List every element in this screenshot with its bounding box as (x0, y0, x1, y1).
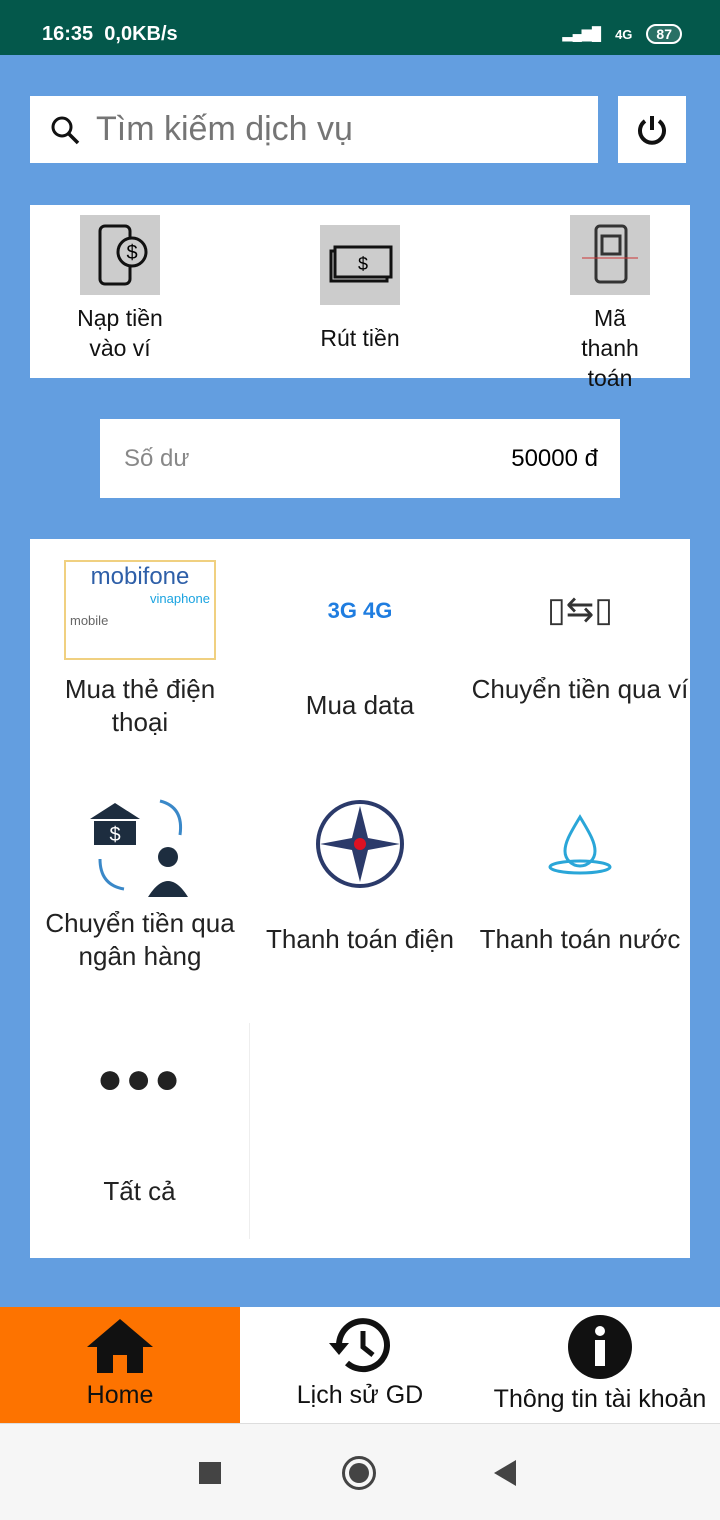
network-type: 4G (615, 26, 633, 42)
qr-phone-icon (570, 215, 650, 295)
mobifone-logo: mobifone (90, 563, 190, 590)
cash-icon: $ (320, 225, 400, 305)
balance-value: 50000 đ (511, 444, 598, 472)
bank-transfer-icon: $ (30, 789, 250, 899)
service-buy-card[interactable]: mobifone vinaphone mobile Mua thẻ điện t… (30, 555, 250, 739)
more-dots-icon: ●●● (96, 1053, 183, 1103)
data-logo: 3G 4G (327, 597, 393, 623)
info-icon (568, 1315, 632, 1379)
search-icon (51, 116, 80, 144)
history-icon (329, 1318, 390, 1373)
nav-label: Thông tin tài khoản (493, 1385, 707, 1413)
signal-icon: ▂▄▆█ (562, 26, 602, 41)
bottom-nav: Home Lịch sử GD Thông tin tài khoản (0, 1307, 720, 1423)
phone-money-icon: $ (80, 215, 160, 295)
nav-label: Home (86, 1381, 154, 1409)
nav-label: Lịch sử GD (296, 1381, 424, 1409)
gmobile-logo: mobile (70, 613, 109, 628)
deposit-button[interactable]: $ Nạp tiền vào ví (30, 205, 210, 363)
withdraw-button[interactable]: $ Rút tiền (270, 205, 450, 353)
phone-transfer-icon: ▯⇆▯ (547, 590, 613, 629)
carrier-logos-icon: mobifone vinaphone mobile (30, 555, 250, 665)
service-label: Thanh toán điện (266, 924, 454, 954)
svg-text:$: $ (126, 242, 137, 264)
nav-history[interactable]: Lịch sử GD (240, 1307, 480, 1423)
service-electricity[interactable]: Thanh toán điện (250, 789, 470, 956)
electricity-logo-icon (250, 789, 470, 899)
battery-icon: 87 (646, 24, 682, 44)
vinaphone-logo: vinaphone (150, 591, 210, 606)
service-label: Chuyển tiền qua ngân hàng (45, 908, 235, 971)
status-left: 16:35 0,0KB/s (42, 23, 178, 46)
back-button[interactable] (494, 1460, 516, 1486)
home-system-button[interactable] (342, 1456, 376, 1490)
service-label: Chuyển tiền qua ví (471, 674, 689, 704)
service-wallet-transfer[interactable]: ▯⇆▯ Chuyển tiền qua ví (470, 555, 690, 706)
services-card: mobifone vinaphone mobile Mua thẻ điện t… (30, 539, 690, 1258)
service-bank-transfer[interactable]: $ Chuyển tiền qua ngân hàng (30, 789, 250, 973)
service-all[interactable]: ●●● Tất cả (30, 1023, 250, 1239)
status-bar: 16:35 0,0KB/s ▂▄▆█ 4G 87 (0, 0, 720, 55)
recents-button[interactable] (199, 1462, 221, 1484)
balance-box: Số dư 50000 đ (100, 419, 620, 498)
home-icon (87, 1319, 153, 1373)
deposit-label: Nạp tiền vào ví (77, 305, 163, 361)
balance-label: Số dư (124, 444, 190, 472)
withdraw-label: Rút tiền (320, 325, 400, 351)
water-drop-icon (470, 789, 690, 899)
status-icons: ▂▄▆█ 4G 87 (563, 24, 682, 44)
payment-code-button[interactable]: Mã thanh toán (520, 205, 700, 393)
search-input[interactable] (96, 110, 576, 149)
power-button[interactable] (618, 96, 686, 163)
system-nav-bar (0, 1423, 720, 1520)
nav-account[interactable]: Thông tin tài khoản (480, 1307, 720, 1423)
svg-text:$: $ (358, 254, 368, 274)
service-label: Mua data (305, 690, 415, 720)
service-label: Tất cả (103, 1176, 176, 1206)
service-buy-data[interactable]: 3G 4G Mua data (250, 555, 470, 722)
quick-actions-card: $ Nạp tiền vào ví $ Rút tiền Mã thanh to… (30, 205, 690, 391)
service-label: Mua thẻ điện thoại (64, 674, 216, 737)
clock: 16:35 (42, 23, 94, 45)
power-icon (638, 115, 666, 145)
service-water[interactable]: Thanh toán nước (470, 789, 690, 956)
net-speed: 0,0KB/s (104, 23, 178, 45)
payment-code-label: Mã thanh toán (581, 305, 639, 391)
service-label: Thanh toán nước (479, 924, 681, 954)
nav-home[interactable]: Home (0, 1307, 240, 1423)
svg-text:$: $ (109, 824, 120, 846)
4g-icon: 3G 4G (250, 555, 470, 665)
search-bar[interactable] (30, 96, 598, 163)
